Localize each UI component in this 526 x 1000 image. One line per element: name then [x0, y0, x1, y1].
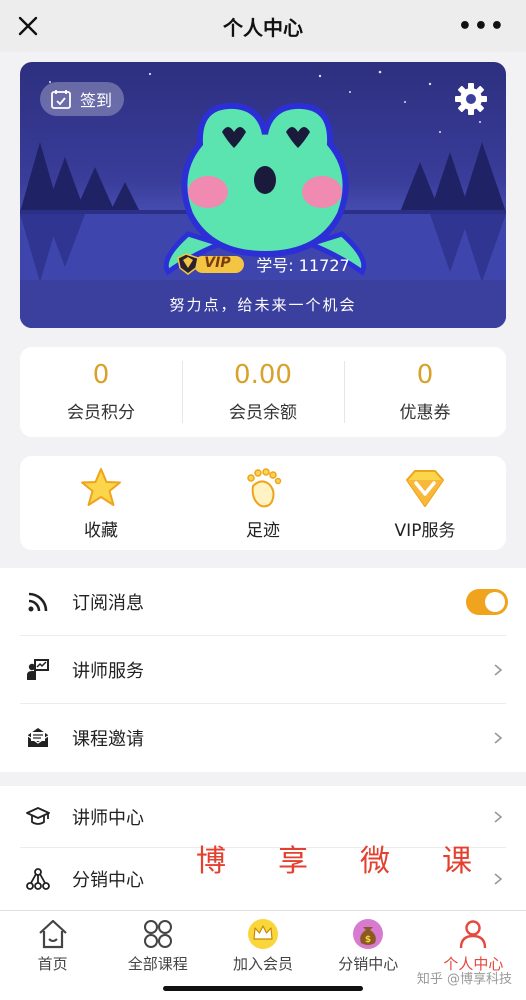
menu-section-1: 订阅消息 讲师服务 课程邀请: [0, 568, 526, 772]
chevron-right-icon: [494, 810, 503, 823]
subscribe-toggle[interactable]: [466, 588, 508, 615]
vip-diamond-icon: [406, 469, 444, 507]
home-indicator: [163, 986, 363, 991]
vip-service-button[interactable]: VIP服务: [344, 456, 506, 550]
top-bar: 个人中心 •••: [0, 0, 526, 52]
watermark-char: 微: [360, 844, 390, 879]
network-icon: [26, 868, 50, 890]
checkin-label: 签到: [80, 91, 113, 110]
menu-item-label: 课程邀请: [72, 729, 144, 750]
watermark-char: 课: [442, 844, 472, 879]
svg-text:$: $: [365, 935, 371, 945]
home-icon: [38, 919, 67, 949]
stat-value: 0: [92, 360, 110, 391]
page-title: 个人中心: [223, 16, 303, 40]
stat-balance[interactable]: 0.00 会员余额: [182, 347, 344, 437]
more-icon[interactable]: •••: [458, 14, 506, 39]
menu-item-label: 订阅消息: [72, 592, 144, 614]
checkin-button[interactable]: 签到: [40, 82, 125, 116]
stats-card: 0 会员积分 0.00 会员余额 0 优惠券: [20, 347, 506, 437]
star-icon: [81, 467, 121, 506]
stat-points[interactable]: 0 会员积分: [20, 347, 182, 437]
member-info: VIP 学号: 11727: [20, 252, 506, 276]
footprints-label: 足迹: [246, 520, 280, 541]
watermark-char: 博: [196, 844, 226, 879]
stat-coupons[interactable]: 0 优惠券: [344, 347, 506, 437]
menu-item-lecturer-service[interactable]: 讲师服务: [20, 636, 506, 704]
mail-icon: [27, 728, 49, 747]
menu-item-label: 讲师服务: [72, 660, 144, 682]
lecturer-service-icon: [27, 658, 49, 680]
tab-label: 加入会员: [233, 955, 294, 973]
stat-value: 0: [416, 360, 434, 391]
quick-actions: 收藏 足迹 VIP服务: [20, 456, 506, 550]
student-id: 学号: 11727: [256, 256, 350, 275]
profile-hero: 签到 VIP 学号: 11727 努力点，给未来一个机会: [20, 62, 506, 328]
tab-home[interactable]: 首页: [0, 911, 105, 1000]
crown-icon: [248, 919, 278, 949]
vip-badge-text: VIP: [204, 255, 231, 271]
favorites-button[interactable]: 收藏: [20, 456, 182, 550]
tab-label: 全部课程: [127, 955, 188, 973]
graduation-cap-icon: [26, 806, 50, 825]
chevron-right-icon: [494, 663, 503, 676]
tab-label: 分销中心: [338, 955, 399, 973]
stat-label: 会员积分: [67, 402, 135, 423]
menu-item-course-invite[interactable]: 课程邀请: [20, 704, 506, 772]
menu-item-label: 讲师中心: [72, 807, 144, 829]
favorites-label: 收藏: [84, 520, 118, 541]
rss-icon: [28, 592, 48, 611]
chevron-right-icon: [494, 732, 503, 744]
footprint-icon: [247, 467, 282, 507]
vip-service-label: VIP服务: [394, 520, 456, 541]
source-credit: 知乎 @博享科技: [416, 972, 512, 987]
vip-badge: VIP: [176, 252, 246, 276]
stat-value: 0.00: [234, 360, 292, 391]
chevron-right-icon: [494, 873, 503, 885]
footprints-button[interactable]: 足迹: [182, 456, 344, 550]
menu-item-subscribe[interactable]: 订阅消息: [20, 568, 508, 636]
calendar-check-icon: [51, 90, 71, 109]
motto-text: 努力点，给未来一个机会: [169, 296, 357, 314]
watermark-char: 享: [278, 844, 308, 879]
watermark-text: 博 享 微 课: [196, 836, 472, 880]
gear-icon[interactable]: [454, 82, 488, 116]
stat-label: 会员余额: [229, 402, 297, 423]
money-bag-icon: $: [353, 919, 384, 949]
person-icon: [460, 920, 487, 949]
grid-icon: [143, 920, 172, 948]
stat-label: 优惠券: [399, 402, 451, 423]
tab-label: 首页: [37, 955, 68, 973]
